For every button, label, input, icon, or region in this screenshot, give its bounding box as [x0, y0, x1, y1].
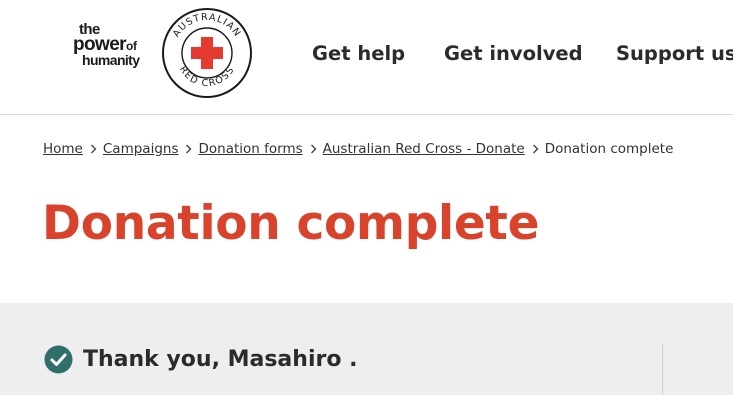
- chevron-right-icon: [532, 141, 539, 157]
- site-header: the powerof humanity AUSTRALIAN RED CROS…: [0, 0, 733, 115]
- check-circle-icon: [44, 345, 73, 374]
- breadcrumb-campaigns[interactable]: Campaigns: [103, 141, 179, 157]
- breadcrumb-home[interactable]: Home: [43, 141, 83, 157]
- confirmation-panel: Thank you, Masahiro .: [0, 303, 733, 395]
- breadcrumb: Home Campaigns Donation forms Australian Re…: [43, 141, 673, 157]
- nav-get-help[interactable]: Get help: [312, 42, 405, 65]
- panel-divider: [662, 343, 663, 395]
- chevron-right-icon: [310, 141, 317, 157]
- thank-you-message: Thank you, Masahiro .: [44, 345, 357, 374]
- thank-you-text: Thank you, Masahiro .: [83, 347, 358, 372]
- chevron-right-icon: [185, 141, 192, 157]
- breadcrumb-donate[interactable]: Australian Red Cross - Donate: [323, 141, 525, 157]
- breadcrumb-current: Donation complete: [544, 141, 674, 157]
- page-title: Donation complete: [42, 196, 540, 251]
- breadcrumb-donation-forms[interactable]: Donation forms: [198, 141, 302, 157]
- nav-support-us[interactable]: Support us: [616, 42, 733, 65]
- nav-get-involved[interactable]: Get involved: [444, 42, 583, 65]
- main-nav: Get help Get involved Support us: [0, 0, 733, 114]
- chevron-right-icon: [90, 141, 97, 157]
